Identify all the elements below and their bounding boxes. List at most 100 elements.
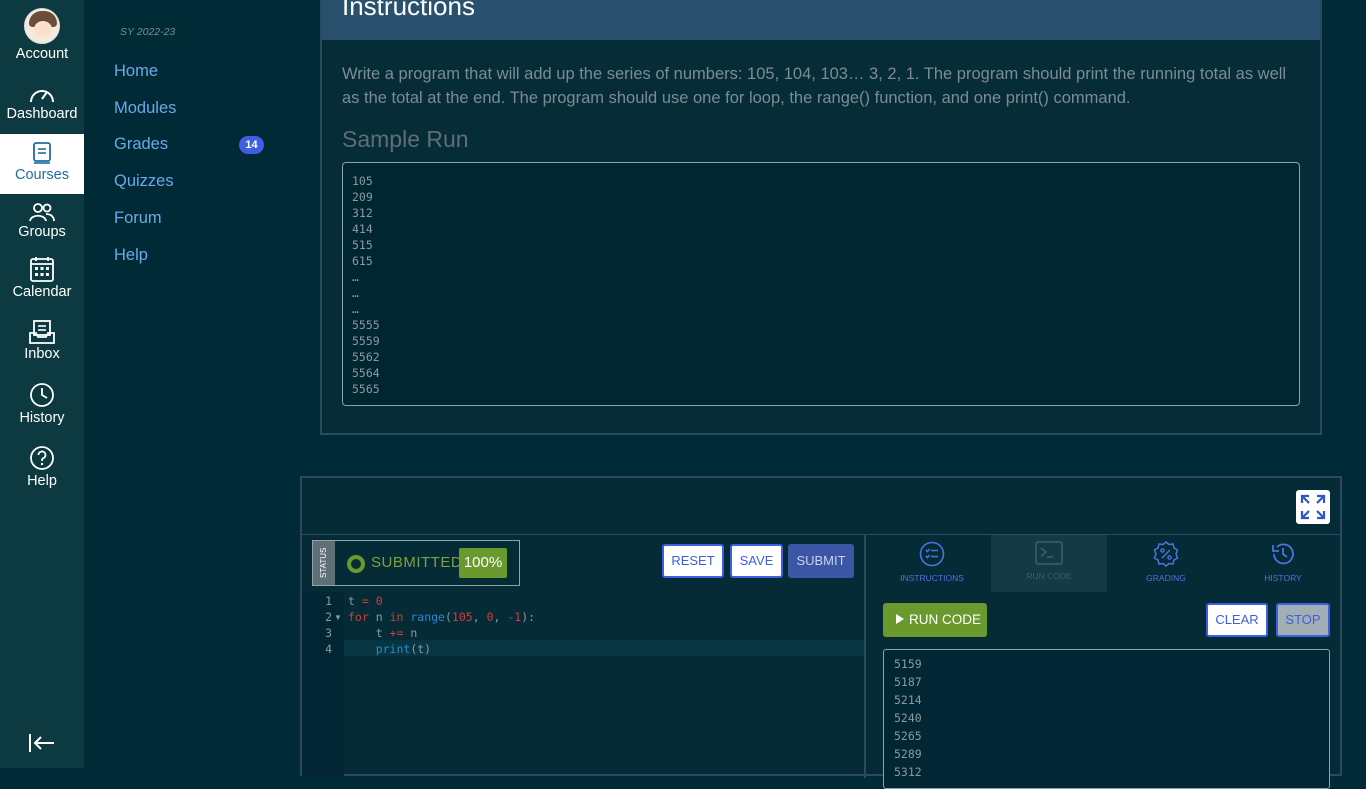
line-number-gutter: 1 2 ▼ 3 4: [302, 592, 344, 778]
code-line: t += n: [348, 626, 418, 640]
avatar: [24, 8, 60, 44]
play-icon: [896, 614, 904, 624]
score-badge: 100%: [459, 548, 507, 578]
instructions-title: Instructions: [342, 0, 475, 21]
output-pane: INSTRUCTIONS RUN CODE GRADING HISTORY RU…: [868, 535, 1341, 789]
nav-account-label: Account: [15, 46, 69, 62]
tab-grading[interactable]: GRADING: [1108, 535, 1224, 592]
course-nav-home[interactable]: Home: [114, 62, 158, 81]
line-number: 3: [325, 626, 332, 640]
nav-account[interactable]: Account: [0, 8, 84, 68]
nav-groups[interactable]: Groups: [0, 202, 84, 246]
global-nav: Account Dashboard Courses Groups Calenda…: [0, 0, 84, 768]
calendar-icon: [30, 257, 54, 282]
code-token: t = 0: [348, 594, 383, 608]
sample-run-title: Sample Run: [342, 126, 469, 152]
tab-history[interactable]: HISTORY: [1225, 535, 1341, 592]
submit-button[interactable]: SUBMIT: [788, 544, 854, 578]
sample-line: 5565: [352, 382, 380, 396]
terminal-icon: [1035, 541, 1063, 565]
code-ide: STATUS SUBMITTED 100% RESET SAVE SUBMIT …: [300, 476, 1342, 789]
code-editor[interactable]: 1 2 ▼ 3 4 t = 0 for n in range(105, 0, -…: [302, 592, 864, 778]
submission-status: STATUS SUBMITTED 100%: [312, 540, 520, 586]
tab-instructions[interactable]: INSTRUCTIONS: [874, 535, 990, 592]
nav-history-label: History: [19, 410, 65, 426]
sample-run-output: 105 209 312 414 515 615 … … … 5555 5559 …: [342, 162, 1300, 406]
sample-line: 5555: [352, 318, 380, 332]
code-line: print(t): [348, 642, 431, 656]
console-line: 5289: [894, 747, 922, 761]
stop-button[interactable]: STOP: [1276, 603, 1330, 637]
groups-icon: [29, 203, 55, 222]
instructions-header: Instructions: [322, 0, 1320, 40]
ide-toolbar: [302, 478, 1340, 535]
nav-courses[interactable]: Courses: [0, 134, 84, 194]
nav-dashboard-label: Dashboard: [6, 106, 78, 122]
console-line: 5312: [894, 765, 922, 779]
nav-inbox[interactable]: Inbox: [0, 320, 84, 370]
nav-history[interactable]: History: [0, 382, 84, 432]
code-line: for n in range(105, 0, -1):: [348, 610, 535, 624]
nav-inbox-label: Inbox: [24, 346, 60, 362]
instructions-panel: Instructions Write a program that will a…: [320, 0, 1322, 435]
tab-run-code[interactable]: RUN CODE: [991, 535, 1107, 592]
sample-line: 209: [352, 190, 373, 204]
term-label: SY 2022-23: [120, 26, 176, 38]
course-nav-forum[interactable]: Forum: [114, 209, 162, 228]
nav-courses-label: Courses: [15, 167, 69, 183]
run-code-label: RUN CODE: [909, 612, 982, 627]
nav-groups-label: Groups: [18, 224, 66, 240]
course-nav: SY 2022-23 Home Modules Grades 14 Quizze…: [84, 0, 300, 768]
sample-line: 414: [352, 222, 373, 236]
sample-line: 312: [352, 206, 373, 220]
code-token: t += n: [348, 626, 418, 640]
line-number: 2: [325, 610, 332, 624]
instructions-body: Write a program that will add up the ser…: [342, 65, 1287, 107]
sample-line: …: [352, 302, 359, 316]
sample-line: 5562: [352, 350, 380, 364]
tab-history-label: HISTORY: [1264, 573, 1302, 583]
console-line: 5214: [894, 693, 922, 707]
fold-arrow-icon[interactable]: ▼: [334, 613, 342, 622]
nav-help-label: Help: [27, 473, 57, 489]
line-number: 1: [325, 594, 332, 608]
status-tag: STATUS: [313, 541, 335, 585]
dashboard-icon: [30, 90, 54, 103]
sample-line: …: [352, 270, 359, 284]
reset-button[interactable]: RESET: [662, 544, 724, 578]
save-button[interactable]: SAVE: [730, 544, 783, 578]
sample-line: 615: [352, 254, 373, 268]
run-code-button[interactable]: RUN CODE: [883, 603, 987, 637]
fullscreen-button[interactable]: [1296, 490, 1330, 524]
sample-line: 515: [352, 238, 373, 252]
console-line: 5265: [894, 729, 922, 743]
course-nav-help[interactable]: Help: [114, 246, 148, 265]
nav-help[interactable]: Help: [0, 445, 84, 495]
editor-pane: STATUS SUBMITTED 100% RESET SAVE SUBMIT …: [302, 535, 866, 778]
clock-icon: [30, 383, 54, 407]
code-line: t = 0: [348, 594, 383, 608]
expand-icon: [1300, 494, 1326, 520]
code-token: print(t): [375, 642, 432, 656]
nav-dashboard[interactable]: Dashboard: [0, 84, 84, 128]
sample-line: 105: [352, 174, 373, 188]
course-nav-quizzes[interactable]: Quizzes: [114, 172, 174, 191]
line-number: 4: [325, 642, 332, 656]
tab-run-code-label: RUN CODE: [1026, 571, 1072, 581]
sample-line: 5559: [352, 334, 380, 348]
history-icon: [1272, 543, 1294, 565]
course-nav-modules[interactable]: Modules: [114, 99, 176, 118]
grades-count-badge: 14: [239, 136, 264, 154]
percent-badge-icon: [1153, 541, 1179, 567]
clear-button[interactable]: CLEAR: [1206, 603, 1268, 637]
sample-line: 5564: [352, 366, 380, 380]
nav-calendar[interactable]: Calendar: [0, 256, 84, 306]
course-nav-grades[interactable]: Grades: [114, 135, 168, 154]
console-line: 5240: [894, 711, 922, 725]
inbox-icon: [29, 320, 55, 344]
collapse-nav-icon[interactable]: [28, 732, 56, 754]
console-line: 5187: [894, 675, 922, 689]
status-text: SUBMITTED: [371, 554, 463, 571]
code-token: for n in range(105, 0, -1):: [348, 610, 536, 624]
console-output[interactable]: 5159 5187 5214 5240 5265 5289 5312: [883, 649, 1330, 789]
